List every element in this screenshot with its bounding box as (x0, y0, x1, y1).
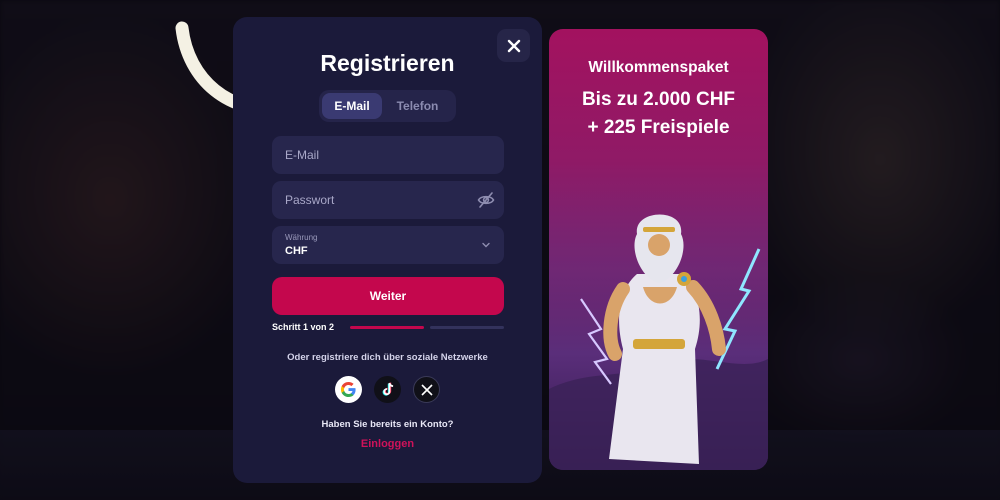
step-progress-done (350, 326, 424, 329)
x-icon (420, 383, 433, 396)
welcome-promo-panel: Willkommenspaket Bis zu 2.000 CHF + 225 … (549, 29, 768, 470)
eye-off-icon[interactable] (477, 191, 495, 209)
modal-title: Registrieren (320, 50, 455, 76)
login-link[interactable]: Einloggen (233, 438, 542, 450)
tiktok-icon (382, 382, 393, 396)
x-signup-button[interactable] (413, 376, 440, 403)
social-signup-text: Oder registriere dich über soziale Netzw… (287, 352, 488, 363)
email-placeholder: E-Mail (285, 148, 320, 162)
chevron-down-icon (482, 242, 490, 248)
currency-label: Währung (285, 233, 318, 242)
tiktok-signup-button[interactable] (374, 376, 401, 403)
step-indicator-text: Schritt 1 von 2 (272, 322, 335, 332)
tab-email[interactable]: E-Mail (322, 93, 382, 119)
password-field[interactable]: Passwort (272, 181, 504, 219)
have-account-text: Haben Sie bereits ein Konto? (321, 419, 454, 430)
promo-free-spins: + 225 Freispiele (587, 117, 730, 138)
tab-phone[interactable]: Telefon (382, 93, 453, 119)
continue-button[interactable]: Weiter (272, 277, 504, 315)
google-signup-button[interactable] (335, 376, 362, 403)
promo-subtitle: Willkommenspaket (588, 59, 729, 76)
currency-value: CHF (285, 245, 308, 257)
currency-select[interactable]: Währung CHF (272, 226, 504, 264)
promo-bonus-amount: Bis zu 2.000 CHF (581, 89, 736, 110)
google-icon (340, 381, 356, 398)
password-placeholder: Passwort (285, 193, 335, 207)
signup-method-tabs: E-Mail Telefon (319, 90, 456, 122)
email-field[interactable]: E-Mail (272, 136, 504, 174)
step-progress-remaining (430, 326, 504, 329)
zeus-character-image (549, 179, 768, 470)
